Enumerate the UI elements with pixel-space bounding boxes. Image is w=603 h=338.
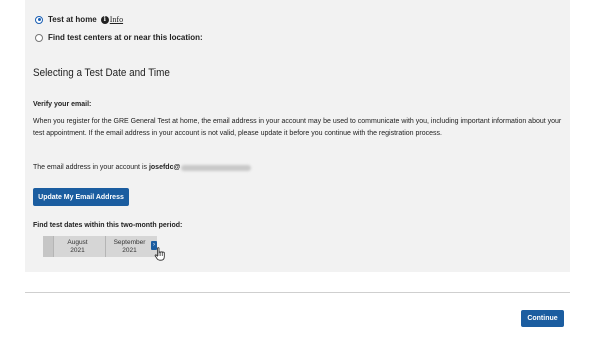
date-range-heading: Find test dates within this two-month pe… — [33, 222, 183, 229]
month-prev-edge — [43, 236, 53, 257]
month-year: 2021 — [70, 246, 85, 254]
info-link[interactable]: Info — [110, 15, 123, 24]
month-august[interactable]: August 2021 — [53, 236, 105, 257]
update-email-button[interactable]: Update My Email Address — [33, 188, 129, 206]
account-email-prefix: The email address in your account is — [33, 164, 147, 171]
month-september[interactable]: September 2021 — [105, 236, 157, 257]
month-name: September — [113, 238, 146, 246]
account-email-line: The email address in your account is jos… — [33, 164, 252, 171]
info-icon[interactable]: i — [100, 15, 109, 24]
verify-email-heading: Verify your email: — [33, 101, 92, 108]
month-year: 2021 — [122, 246, 137, 254]
option-test-centers-label: Find test centers at or near this locati… — [48, 33, 203, 42]
option-test-at-home-label: Test at home — [48, 15, 97, 24]
hand-cursor-icon — [154, 247, 165, 261]
month-name: August — [67, 238, 88, 246]
account-email-value: josefdc@ — [148, 164, 181, 171]
continue-button[interactable]: Continue — [521, 310, 564, 327]
radio-test-centers[interactable] — [35, 33, 43, 42]
option-test-centers[interactable]: Find test centers at or near this locati… — [35, 33, 203, 42]
verify-email-paragraph: When you register for the GRE General Te… — [33, 118, 562, 137]
month-selector: August 2021 September 2021 — [43, 236, 157, 257]
footer-divider — [25, 292, 570, 293]
email-redaction — [181, 164, 252, 171]
registration-panel: Test at home i Info Find test centers at… — [25, 0, 570, 272]
option-test-at-home[interactable]: Test at home i Info — [35, 15, 123, 24]
section-title: Selecting a Test Date and Time — [33, 67, 170, 79]
radio-test-at-home[interactable] — [35, 15, 43, 24]
